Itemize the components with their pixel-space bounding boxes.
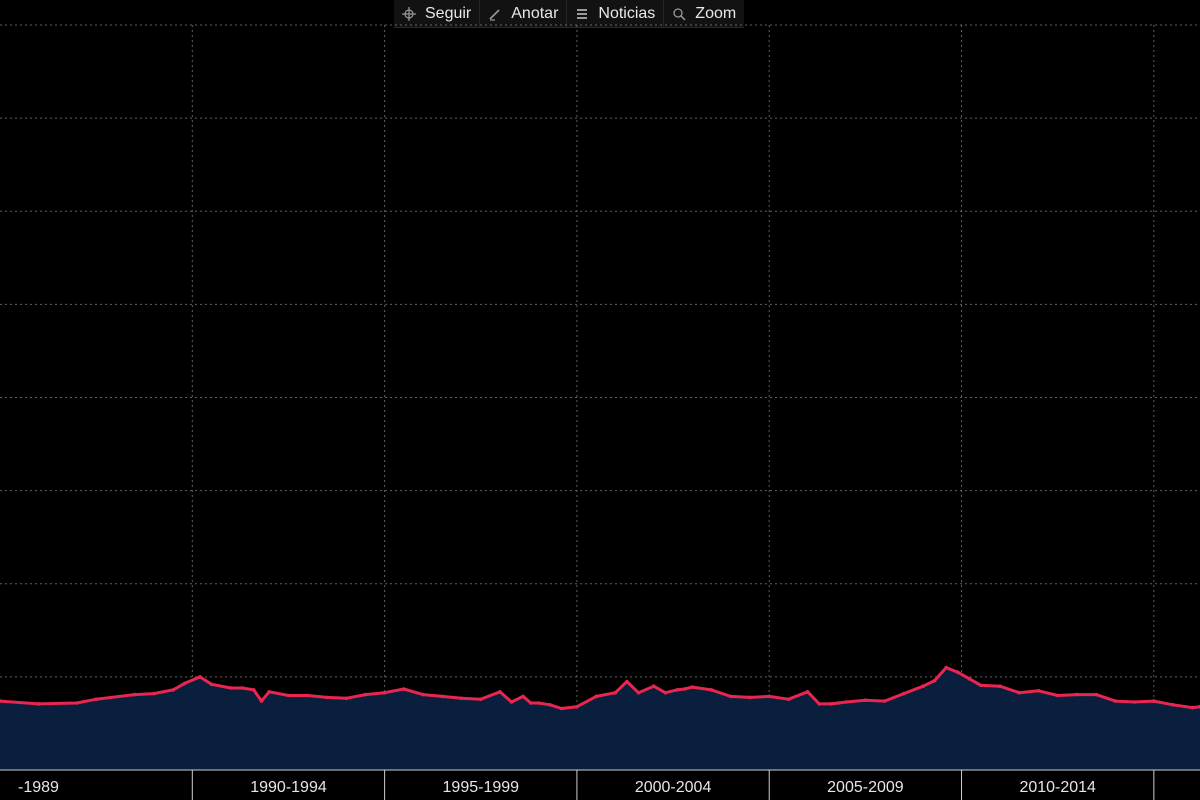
data-point: [36, 702, 41, 706]
x-tick-label: 2010-2014: [1019, 779, 1096, 796]
data-point: [663, 690, 668, 695]
data-point: [998, 684, 1002, 688]
data-point: [1132, 700, 1137, 704]
data-point: [421, 692, 425, 697]
data-point: [171, 688, 175, 692]
data-point: [690, 685, 695, 689]
data-point: [509, 700, 514, 704]
data-point: [817, 702, 821, 706]
data-point: [944, 665, 948, 670]
data-point: [1036, 689, 1041, 693]
data-point: [748, 695, 752, 700]
data-point: [613, 690, 618, 695]
data-point: [636, 690, 641, 695]
x-tick-label: 1995-1999: [443, 779, 520, 796]
data-point: [844, 700, 848, 704]
data-point: [652, 684, 656, 688]
data-point: [836, 701, 841, 705]
data-point: [529, 701, 533, 705]
chart: -1989 1990-1994 1995-1999 2000-2004 2005-200…: [0, 24, 1200, 800]
data-point: [240, 686, 245, 690]
data-point: [75, 701, 79, 705]
data-point: [1190, 705, 1195, 710]
data-point: [882, 699, 887, 703]
x-tick-label: 2005-2009: [827, 779, 904, 796]
data-point: [325, 695, 329, 700]
data-point: [902, 691, 906, 696]
data-point: [286, 693, 291, 698]
data-point: [675, 688, 679, 692]
x-tick-label: -1989: [18, 779, 59, 796]
data-point: [498, 690, 502, 694]
data-point: [921, 684, 925, 688]
data-point: [182, 681, 187, 686]
series-area: [0, 667, 1200, 770]
data-point: [305, 693, 310, 698]
data-point: [805, 690, 810, 694]
data-point: [479, 697, 483, 701]
data-point: [967, 676, 971, 681]
data-point: [1055, 693, 1060, 698]
x-axis: -1989 1990-1994 1995-1999 2000-2004 2005-200…: [18, 770, 1155, 800]
data-point: [829, 702, 833, 706]
data-point: [1152, 699, 1156, 703]
data-point: [132, 692, 137, 697]
data-point: [1113, 699, 1118, 703]
data-point: [259, 699, 264, 703]
data-point: [575, 704, 579, 709]
data-point: [863, 698, 868, 702]
data-point: [1094, 692, 1098, 697]
data-point: [209, 682, 214, 687]
data-point: [729, 694, 733, 699]
x-tick-label: 1990-1994: [250, 779, 327, 796]
data-point: [548, 703, 552, 707]
data-point: [521, 694, 525, 699]
data-point: [559, 706, 564, 711]
data-point: [402, 687, 406, 691]
data-point: [767, 694, 771, 699]
data-point: [267, 690, 272, 694]
data-point: [1171, 703, 1175, 707]
data-point: [440, 694, 445, 699]
data-point: [198, 675, 202, 679]
data-point: [229, 686, 233, 690]
data-point: [1075, 692, 1079, 697]
data-point: [459, 696, 464, 701]
grid: [0, 24, 1200, 771]
data-point: [625, 679, 629, 684]
data-point: [94, 697, 98, 701]
data-point: [1017, 690, 1021, 695]
data-point: [344, 696, 349, 701]
data-point: [382, 690, 387, 695]
data-point: [363, 692, 368, 697]
data-point: [594, 694, 598, 699]
data-point: [955, 670, 960, 674]
x-tick-label: 2000-2004: [635, 779, 712, 796]
data-point: [252, 688, 256, 692]
data-point: [536, 701, 541, 705]
data-point: [979, 683, 983, 688]
data-point: [152, 691, 156, 696]
data-point: [682, 687, 687, 691]
data-point: [932, 678, 937, 683]
data-point: [709, 688, 714, 692]
data-point: [786, 697, 791, 701]
